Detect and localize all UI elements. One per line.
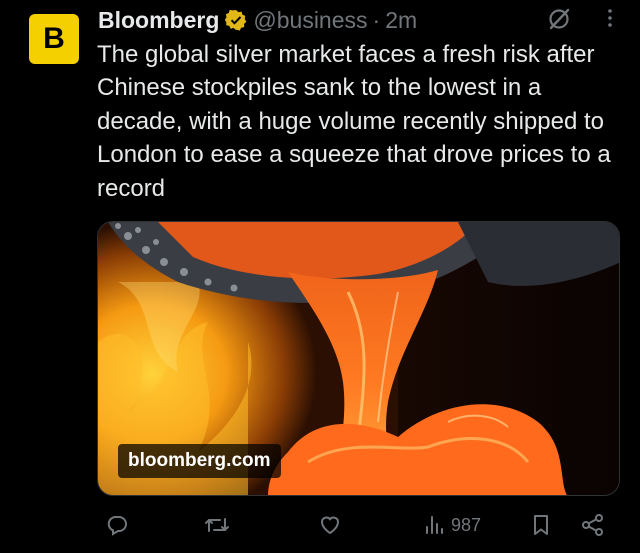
- separator-dot: ·: [372, 6, 381, 33]
- tweet-image[interactable]: bloomberg.com: [97, 221, 620, 496]
- handle[interactable]: @business: [253, 7, 367, 34]
- link-source-label[interactable]: bloomberg.com: [118, 444, 281, 478]
- timestamp[interactable]: 2m: [385, 7, 417, 34]
- retweet-icon: [204, 513, 230, 537]
- avatar-letter: B: [43, 22, 65, 55]
- views-icon: [424, 513, 446, 537]
- share-icon: [580, 513, 606, 537]
- tweet-header: Bloomberg @business · 2m: [98, 6, 417, 34]
- bookmark-button[interactable]: [530, 505, 552, 545]
- verified-badge-icon: [225, 9, 247, 31]
- reply-button[interactable]: [105, 505, 129, 545]
- share-button[interactable]: [580, 505, 606, 545]
- display-name[interactable]: Bloomberg: [98, 7, 219, 34]
- avatar[interactable]: B: [29, 14, 79, 64]
- views-button[interactable]: 987: [424, 505, 481, 545]
- action-bar: 987: [0, 505, 640, 545]
- like-button[interactable]: [318, 505, 342, 545]
- bookmark-icon: [530, 513, 552, 537]
- tweet-text: The global silver market faces a fresh r…: [97, 41, 611, 202]
- more-icon[interactable]: [598, 5, 622, 38]
- like-icon: [318, 513, 342, 537]
- grok-icon[interactable]: [545, 5, 573, 38]
- reply-icon: [105, 513, 129, 537]
- views-count: 987: [451, 514, 482, 535]
- retweet-button[interactable]: [204, 505, 230, 545]
